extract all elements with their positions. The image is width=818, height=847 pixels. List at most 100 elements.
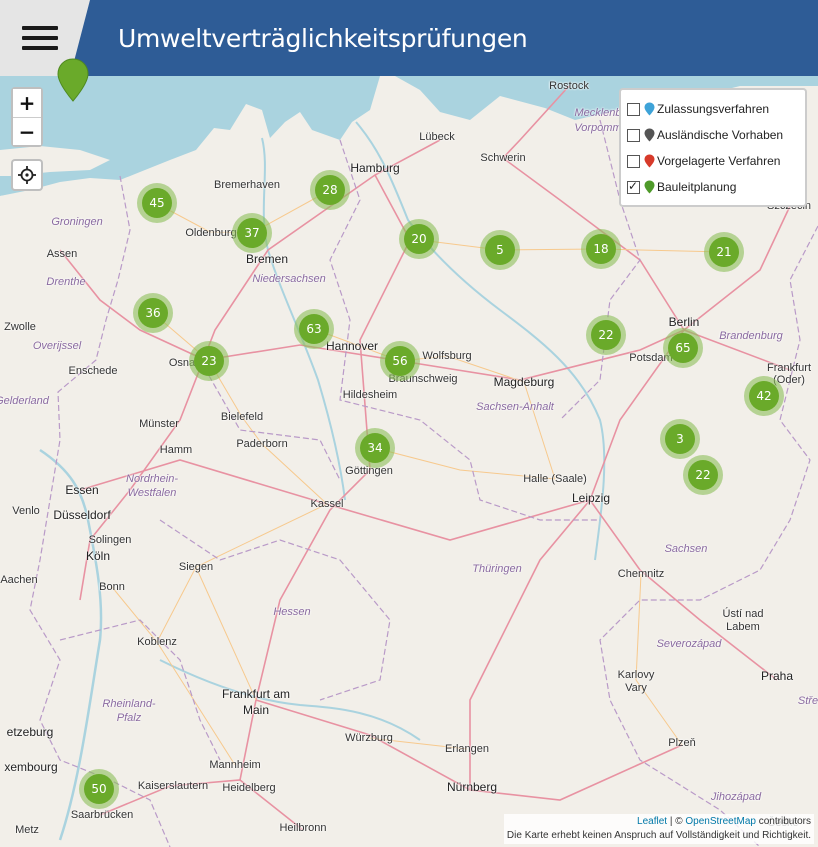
marker-cluster[interactable]: 65 <box>663 328 703 368</box>
place-label: Thüringen <box>472 563 522 575</box>
marker-cluster[interactable]: 5 <box>480 230 520 270</box>
marker-blue-icon <box>644 102 655 116</box>
cluster-count: 50 <box>84 774 114 804</box>
legend-item-vorgelagerte-verfahren[interactable]: Vorgelagerte Verfahren <box>627 148 799 174</box>
place-label: Leipzig <box>571 491 611 505</box>
place-label: Rostock <box>549 80 589 92</box>
app-header: Umweltverträglichkeitsprüfungen <box>0 0 818 76</box>
legend-checkbox[interactable] <box>627 102 640 116</box>
map-pin-icon[interactable] <box>57 58 89 102</box>
place-label: Halle (Saale) <box>523 473 587 485</box>
place-label: Hessen <box>273 606 311 618</box>
marker-cluster[interactable]: 56 <box>380 341 420 381</box>
marker-cluster[interactable]: 22 <box>586 315 626 355</box>
place-label: Bielefeld <box>220 411 264 423</box>
place-label: Siegen <box>178 561 214 573</box>
marker-cluster[interactable]: 20 <box>399 219 439 259</box>
cluster-count: 63 <box>299 314 329 344</box>
place-label: Hildesheim <box>342 389 398 401</box>
place-label: Bonn <box>99 581 125 593</box>
place-label: Metz <box>15 824 39 836</box>
place-label: Aachen <box>0 574 38 586</box>
place-label: Hannover <box>325 339 379 353</box>
cluster-count: 5 <box>485 235 515 265</box>
marker-cluster[interactable]: 45 <box>137 183 177 223</box>
place-label: Praha <box>760 669 794 683</box>
place-label: Frankfurt am <box>221 687 291 701</box>
place-label: Paderborn <box>236 438 288 450</box>
place-label: Hamm <box>159 444 193 456</box>
osm-link[interactable]: OpenStreetMap <box>685 816 756 827</box>
legend-checkbox[interactable] <box>627 154 640 168</box>
place-label: Erlangen <box>444 743 490 755</box>
place-label: Drenthe <box>46 276 86 288</box>
place-label: Wolfsburg <box>422 350 472 362</box>
place-label: Köln <box>85 549 111 563</box>
place-label: Mannheim <box>209 759 261 771</box>
legend-item-bauleitplanung[interactable]: Bauleitplanung <box>627 174 799 200</box>
marker-cluster[interactable]: 28 <box>310 170 350 210</box>
place-label: Koblenz <box>137 636 177 648</box>
place-label: Lübeck <box>419 131 455 143</box>
cluster-count: 23 <box>194 346 224 376</box>
place-label: Bremen <box>245 252 289 266</box>
marker-cluster[interactable]: 37 <box>232 213 272 253</box>
cluster-count: 20 <box>404 224 434 254</box>
place-label: Karlovy <box>617 669 655 681</box>
cluster-count: 18 <box>586 234 616 264</box>
place-label: Sachsen-Anhalt <box>476 401 554 413</box>
cluster-count: 21 <box>709 237 739 267</box>
place-label: Vary <box>625 682 647 694</box>
place-label: Frankfurt <box>766 362 812 374</box>
place-label: Rheinland- <box>102 698 156 710</box>
locate-button[interactable] <box>11 159 43 191</box>
zoom-control: + − <box>11 87 43 147</box>
legend-label: Ausländische Vorhaben <box>657 128 784 142</box>
attribution-separator: | © <box>667 816 686 827</box>
cluster-count: 22 <box>688 460 718 490</box>
marker-cluster[interactable]: 34 <box>355 428 395 468</box>
place-label: xembourg <box>4 760 58 774</box>
marker-cluster[interactable]: 50 <box>79 769 119 809</box>
place-label: Mecklenb <box>574 107 622 119</box>
layer-legend: Zulassungsverfahren Ausländische Vorhabe… <box>619 88 807 207</box>
place-label: Essen <box>65 483 99 497</box>
cluster-count: 65 <box>668 333 698 363</box>
cluster-count: 36 <box>138 298 168 328</box>
place-label: Jihozápad <box>710 791 762 803</box>
legend-checkbox[interactable] <box>627 128 640 142</box>
place-label: Magdeburg <box>493 375 555 389</box>
zoom-out-button[interactable]: − <box>13 117 41 145</box>
marker-cluster[interactable]: 63 <box>294 309 334 349</box>
place-label: Enschede <box>68 365 118 377</box>
place-label: Sachsen <box>664 543 708 555</box>
legend-checkbox[interactable] <box>627 179 640 194</box>
place-label: Groningen <box>51 216 103 228</box>
marker-cluster[interactable]: 3 <box>660 419 700 459</box>
marker-cluster[interactable]: 21 <box>704 232 744 272</box>
app-root: Umweltverträglichkeitsprüfungen Rostock … <box>0 0 818 847</box>
cluster-count: 34 <box>360 433 390 463</box>
place-label: Solingen <box>88 534 132 546</box>
legend-item-zulassungsverfahren[interactable]: Zulassungsverfahren <box>627 96 799 122</box>
zoom-in-button[interactable]: + <box>13 89 41 117</box>
place-label: Nürnberg <box>446 780 498 794</box>
marker-cluster[interactable]: 36 <box>133 293 173 333</box>
attribution-contributors: contributors <box>755 816 811 827</box>
place-label: Düsseldorf <box>53 508 111 522</box>
crosshair-icon <box>18 166 36 184</box>
legend-label: Bauleitplanung <box>657 180 737 194</box>
hamburger-menu-icon[interactable] <box>22 26 58 50</box>
cluster-count: 45 <box>142 188 172 218</box>
place-label: Main <box>242 703 270 717</box>
marker-cluster[interactable]: 23 <box>189 341 229 381</box>
place-label: Heidelberg <box>222 782 276 794</box>
place-label: Hamburg <box>350 161 400 175</box>
marker-cluster[interactable]: 42 <box>744 376 784 416</box>
legend-item-auslaendische-vorhaben[interactable]: Ausländische Vorhaben <box>627 122 799 148</box>
leaflet-link[interactable]: Leaflet <box>637 816 667 827</box>
marker-cluster[interactable]: 22 <box>683 455 723 495</box>
map-disclaimer: Die Karte erhebt keinen Anspruch auf Vol… <box>506 830 811 841</box>
marker-cluster[interactable]: 18 <box>581 229 621 269</box>
legend-label: Zulassungsverfahren <box>657 102 770 116</box>
